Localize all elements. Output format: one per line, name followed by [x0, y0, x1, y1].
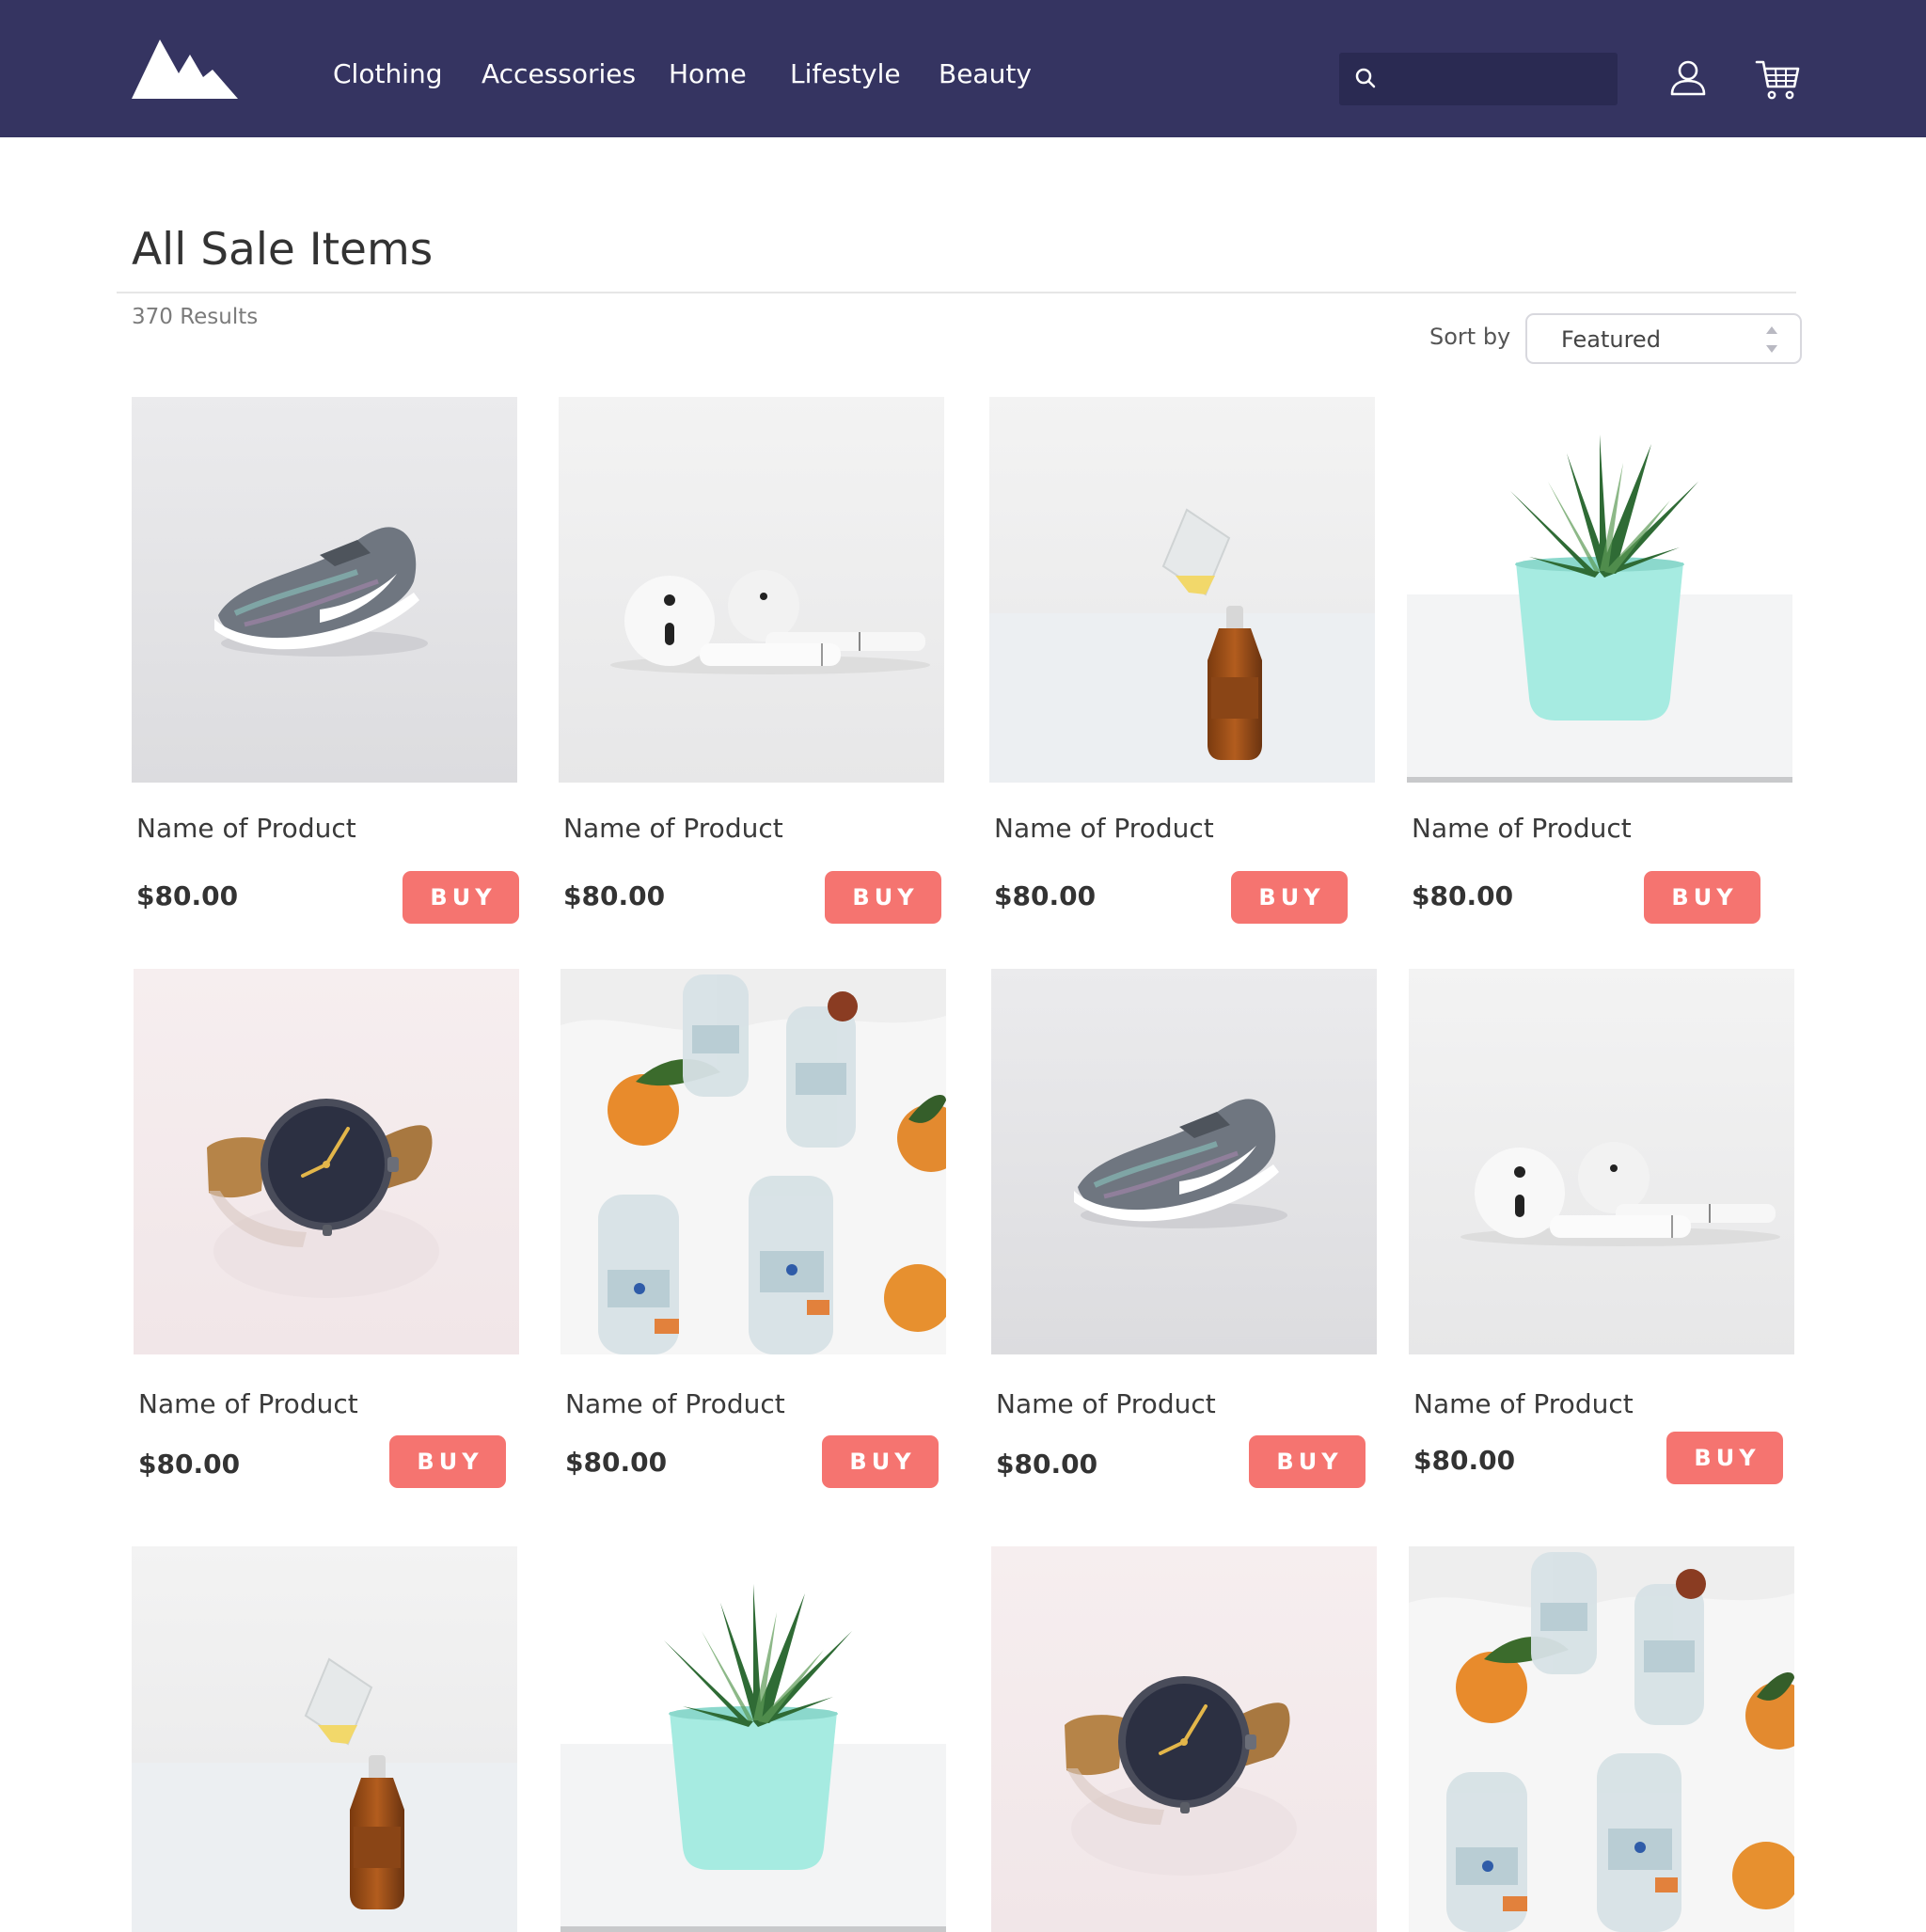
buy-button[interactable]: BUY: [389, 1435, 506, 1488]
product-image[interactable]: [991, 969, 1377, 1354]
product-name[interactable]: Name of Product: [1413, 1388, 1634, 1419]
product-name[interactable]: Name of Product: [996, 1388, 1216, 1419]
product-price: $80.00: [136, 880, 239, 911]
mountain-logo-icon[interactable]: [132, 38, 238, 99]
search-icon[interactable]: [1352, 66, 1379, 92]
top-navigation-bar: Clothing Accessories Home Lifestyle Beau…: [0, 0, 1926, 137]
user-account-icon[interactable]: [1668, 58, 1708, 98]
earbuds-image: [559, 397, 944, 783]
buy-button[interactable]: BUY: [1231, 871, 1348, 924]
product-image[interactable]: [1409, 969, 1794, 1354]
product-price: $80.00: [138, 1449, 241, 1480]
product-price: $80.00: [1413, 1445, 1516, 1476]
water-bottles-image: [1409, 1546, 1794, 1932]
nav-accessories-link[interactable]: Accessories: [482, 58, 636, 89]
product-image[interactable]: [1409, 1546, 1794, 1932]
sort-arrows-icon: [1766, 326, 1777, 353]
search-box[interactable]: [1339, 53, 1618, 105]
product-price: $80.00: [563, 880, 666, 911]
buy-button[interactable]: BUY: [403, 871, 519, 924]
plant-image: [1407, 397, 1792, 783]
product-name[interactable]: Name of Product: [1412, 813, 1632, 844]
watch-image: [991, 1546, 1377, 1932]
nav-lifestyle-link[interactable]: Lifestyle: [790, 58, 901, 89]
bottle-image: [989, 397, 1375, 783]
bottle-image: [132, 1546, 517, 1932]
product-price: $80.00: [565, 1447, 668, 1478]
sneaker-image: [991, 969, 1377, 1354]
product-image[interactable]: [559, 397, 944, 783]
buy-button[interactable]: BUY: [1666, 1432, 1783, 1484]
product-image[interactable]: [560, 1546, 946, 1932]
search-input[interactable]: [1388, 60, 1608, 100]
watch-image: [134, 969, 519, 1354]
nav-home-link[interactable]: Home: [669, 58, 747, 89]
product-image[interactable]: [560, 969, 946, 1354]
buy-button[interactable]: BUY: [1249, 1435, 1366, 1488]
title-divider: [117, 292, 1796, 293]
buy-button[interactable]: BUY: [822, 1435, 939, 1488]
results-count: 370 Results: [132, 305, 259, 329]
sort-selected-value: Featured: [1561, 326, 1661, 353]
product-image[interactable]: [989, 397, 1375, 783]
sneaker-image: [132, 397, 517, 783]
sort-dropdown[interactable]: Featured: [1525, 313, 1802, 364]
product-name[interactable]: Name of Product: [136, 813, 356, 844]
product-image[interactable]: [132, 397, 517, 783]
product-name[interactable]: Name of Product: [994, 813, 1214, 844]
product-name[interactable]: Name of Product: [565, 1388, 785, 1419]
buy-button[interactable]: BUY: [825, 871, 941, 924]
earbuds-image: [1409, 969, 1794, 1354]
nav-beauty-link[interactable]: Beauty: [939, 58, 1032, 89]
product-image[interactable]: [134, 969, 519, 1354]
product-image[interactable]: [132, 1546, 517, 1932]
product-name[interactable]: Name of Product: [138, 1388, 358, 1419]
product-image[interactable]: [1407, 397, 1792, 783]
water-bottles-image: [560, 969, 946, 1354]
shopping-cart-icon[interactable]: [1755, 58, 1800, 102]
product-image[interactable]: [991, 1546, 1377, 1932]
product-price: $80.00: [996, 1449, 1098, 1480]
plant-image: [560, 1546, 946, 1932]
product-price: $80.00: [1412, 880, 1514, 911]
product-price: $80.00: [994, 880, 1097, 911]
buy-button[interactable]: BUY: [1644, 871, 1760, 924]
product-name[interactable]: Name of Product: [563, 813, 783, 844]
page-title: All Sale Items: [132, 224, 434, 276]
sort-by-label: Sort by: [1429, 324, 1511, 350]
nav-clothing-link[interactable]: Clothing: [333, 58, 442, 89]
